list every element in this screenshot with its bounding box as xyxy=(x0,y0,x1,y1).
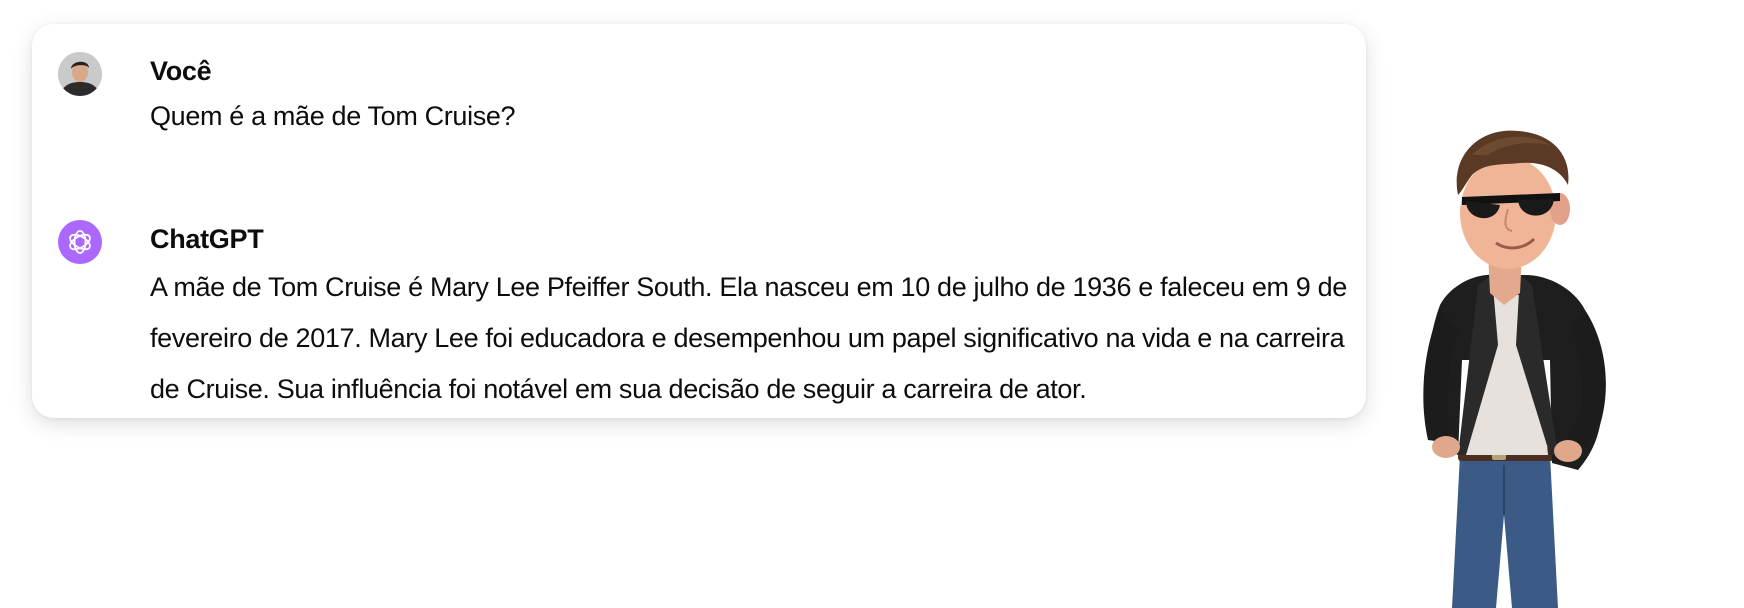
chatgpt-avatar xyxy=(58,220,102,264)
message-author: Você xyxy=(150,56,212,86)
user-photo-icon xyxy=(58,52,102,96)
message-author: ChatGPT xyxy=(150,224,264,254)
message-text: Quem é a mãe de Tom Cruise? xyxy=(150,101,516,131)
message-text: A mãe de Tom Cruise é Mary Lee Pfeiffer … xyxy=(150,272,1347,404)
chat-conversation-card: Você Quem é a mãe de Tom Cruise? ChatGPT… xyxy=(32,24,1366,418)
cartoon-character-illustration xyxy=(1423,130,1606,608)
user-avatar xyxy=(58,52,102,96)
openai-logo-icon xyxy=(69,230,91,254)
